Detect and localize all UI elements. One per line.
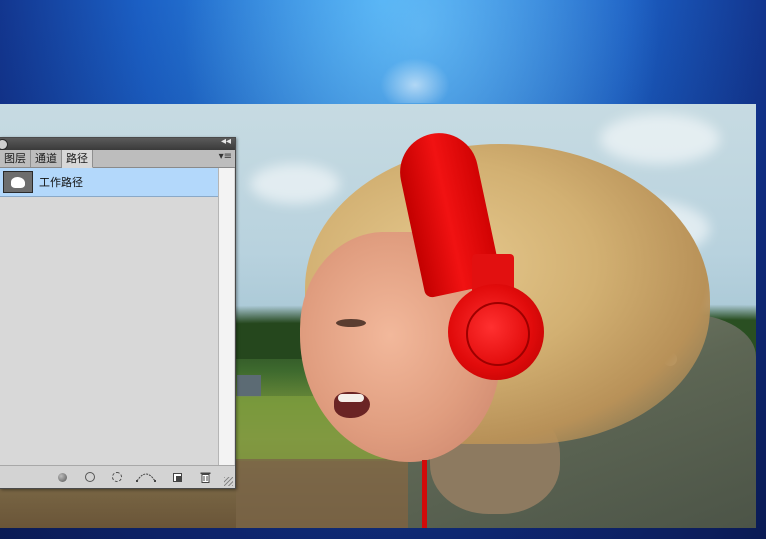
panel-menu-icon[interactable]: ▾≡ — [219, 151, 232, 162]
panel-tabs: 图层 通道 路径 ▾≡ — [0, 150, 235, 168]
fill-path-button[interactable] — [56, 471, 68, 483]
path-name[interactable]: 工作路径 — [39, 174, 83, 190]
trash-icon — [200, 472, 210, 483]
delete-path-button[interactable] — [199, 471, 211, 483]
panel-footer — [0, 465, 235, 488]
path-row-work-path[interactable]: 工作路径 — [0, 168, 218, 197]
path-shape — [11, 177, 25, 188]
headphone-cable — [422, 460, 427, 528]
filled-circle-icon — [57, 472, 67, 482]
panel-titlebar[interactable]: ◂◂ — [0, 136, 235, 150]
paths-scrollbar[interactable] — [218, 168, 234, 468]
dashed-circle-icon — [112, 472, 122, 482]
new-path-button[interactable] — [171, 471, 183, 483]
panel-close-button[interactable] — [0, 139, 8, 150]
load-as-selection-button[interactable] — [111, 471, 123, 483]
path-thumbnail-icon — [3, 171, 33, 193]
make-work-path-button[interactable] — [136, 471, 156, 483]
sky-cloud — [600, 114, 720, 164]
dirt-field — [236, 459, 436, 528]
sky-cloud — [250, 164, 340, 204]
tab-channels[interactable]: 通道 — [31, 150, 62, 167]
stroke-path-button[interactable] — [84, 471, 96, 483]
new-page-icon — [172, 472, 182, 482]
circle-outline-icon — [85, 472, 95, 482]
teeth — [338, 394, 364, 402]
background-cloud — [380, 58, 450, 103]
path-from-selection-icon — [136, 473, 156, 482]
collapse-panel-icon[interactable]: ◂◂ — [221, 136, 231, 147]
headphone-cup-ring — [466, 302, 530, 366]
paths-list: 工作路径 — [0, 168, 218, 468]
tab-layers[interactable]: 图层 — [0, 150, 31, 167]
paths-panel: ◂◂ 图层 通道 路径 ▾≡ 工作路径 — [0, 136, 236, 489]
distant-house — [237, 375, 261, 397]
eye — [336, 319, 366, 327]
tab-paths[interactable]: 路径 — [62, 150, 93, 168]
panel-resize-grip[interactable] — [224, 477, 233, 486]
